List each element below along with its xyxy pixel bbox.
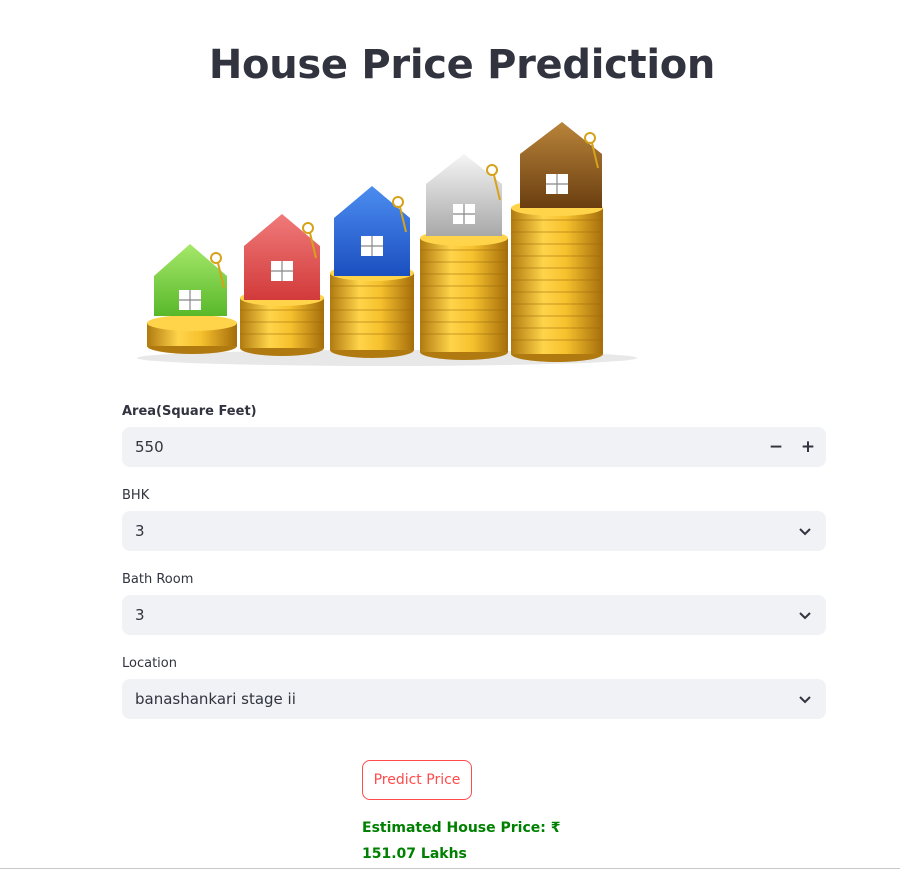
estimated-price-value: 151.07 Lakhs	[362, 846, 467, 862]
bath-room-label: Bath Room	[122, 572, 194, 587]
location-select[interactable]: banashankari stage ii	[122, 679, 826, 719]
chevron-down-icon	[799, 612, 811, 620]
bath-room-select[interactable]: 3	[122, 595, 826, 635]
chevron-down-icon	[799, 696, 811, 704]
bath-room-selected-value: 3	[135, 606, 145, 624]
bottom-divider	[0, 868, 900, 869]
bhk-label: BHK	[122, 488, 150, 503]
estimated-price-label: Estimated House Price: ₹	[362, 820, 561, 836]
bhk-selected-value: 3	[135, 522, 145, 540]
increment-button[interactable]: +	[792, 427, 824, 467]
location-label: Location	[122, 656, 177, 671]
decrement-button[interactable]: −	[760, 427, 792, 467]
bhk-select[interactable]: 3	[122, 511, 826, 551]
area-number-input[interactable]: 550 − +	[122, 427, 826, 467]
location-selected-value: banashankari stage ii	[135, 690, 296, 708]
predict-price-button[interactable]: Predict Price	[362, 760, 472, 800]
chevron-down-icon	[799, 528, 811, 536]
houses-on-coins-image	[137, 122, 637, 366]
page-title: House Price Prediction	[208, 42, 716, 88]
area-value: 550	[135, 438, 164, 456]
area-label: Area(Square Feet)	[122, 404, 257, 419]
